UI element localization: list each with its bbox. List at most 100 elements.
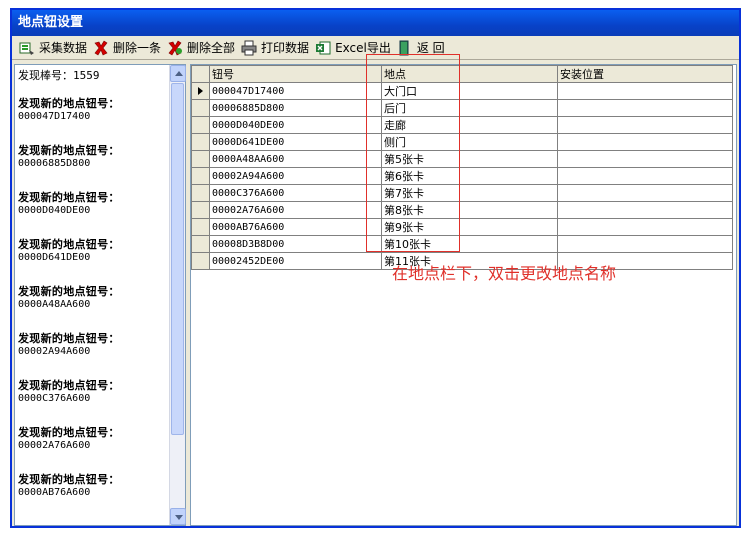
cell-install-position[interactable] [557,235,733,253]
row-indicator[interactable] [191,99,210,117]
discovery-entry: 发现新的地点钮号： 0000D040DE00 [18,189,167,236]
discovery-entry: 发现新的地点钮号： 000047D17400 [18,95,167,142]
cell-button-code[interactable]: 00002A76A600 [209,201,382,219]
cell-button-code[interactable]: 00006885D800 [209,99,382,117]
cell-button-code[interactable]: 0000A48AA600 [209,150,382,168]
discovery-entry-label: 发现新的地点钮号： [18,238,120,251]
cell-install-position[interactable] [557,99,733,117]
row-indicator[interactable] [191,252,210,270]
cell-install-position[interactable] [557,201,733,219]
row-indicator[interactable] [191,167,210,185]
log-scrollbar[interactable] [169,65,186,525]
cell-button-code[interactable]: 0000D641DE00 [209,133,382,151]
collect-icon [19,40,35,56]
discovery-entry-code: 00006885D800 [18,158,91,169]
printer-icon [241,40,257,56]
row-indicator[interactable] [191,82,210,100]
cell-location[interactable]: 侧门 [381,133,558,151]
grid-row[interactable]: 00006885D800 后门 [191,99,733,117]
scroll-down-button[interactable] [170,508,186,525]
cell-location[interactable]: 第10张卡 [381,235,558,253]
grid-row[interactable]: 00002A76A600 第8张卡 [191,201,733,219]
red-x-icon [93,40,109,56]
grid-row[interactable]: 0000D641DE00 侧门 [191,133,733,151]
delete-all-label: 删除全部 [187,41,236,55]
discovery-entry: 发现新的地点钮号： 0000AB76A600 [18,471,167,518]
discovery-entry-code: 00002A94A600 [18,346,91,357]
cell-button-code[interactable]: 00002A94A600 [209,167,382,185]
grid-row[interactable]: 0000D040DE00 走廊 [191,116,733,134]
cell-install-position[interactable] [557,218,733,236]
discovery-entry-label: 发现新的地点钮号： [18,144,120,157]
location-button-grid[interactable]: 钮号 地点 安装位置 000047D17400 大门口 00006885D800 后门… [190,64,737,526]
discovery-entry: 发现新的地点钮号： 00006885D800 [18,142,167,189]
discovery-entry-label: 发现新的地点钮号： [18,97,120,110]
discovery-entry-code: 000047D17400 [18,111,91,122]
print-button[interactable]: 打印数据 [238,38,312,58]
excel-icon [315,40,331,56]
header-location[interactable]: 地点 [381,65,558,83]
grid-row[interactable]: 0000C376A600 第7张卡 [191,184,733,202]
cell-install-position[interactable] [557,150,733,168]
discovery-entry: 发现新的地点钮号： 00002A76A600 [18,424,167,471]
scroll-up-button[interactable] [170,65,186,82]
grid-row[interactable]: 00002A94A600 第6张卡 [191,167,733,185]
delete-all-button[interactable]: 删除全部 [164,38,238,58]
cell-button-code[interactable]: 0000AB76A600 [209,218,382,236]
cell-install-position[interactable] [557,116,733,134]
cell-location[interactable]: 后门 [381,99,558,117]
row-indicator[interactable] [191,133,210,151]
cell-location[interactable]: 第9张卡 [381,218,558,236]
cell-location[interactable]: 第8张卡 [381,201,558,219]
collect-label: 采集数据 [39,41,88,55]
grid-row[interactable]: 0000AB76A600 第9张卡 [191,218,733,236]
discovery-entry-label: 发现新的地点钮号： [18,191,120,204]
row-indicator[interactable] [191,235,210,253]
scroll-thumb[interactable] [171,83,184,435]
cell-button-code[interactable]: 0000D040DE00 [209,116,382,134]
delete-one-button[interactable]: 删除一条 [90,38,164,58]
content-area: 发现棒号：1559 发现新的地点钮号： 000047D17400 发现新的地点钮号：… [12,62,739,526]
excel-export-label: Excel导出 [335,41,391,55]
cell-button-code[interactable]: 00002452DE00 [209,252,382,270]
discovery-entry: 发现新的地点钮号： 0000A48AA600 [18,283,167,330]
grid-row[interactable]: 00008D3B8D00 第10张卡 [191,235,733,253]
header-button-code[interactable]: 钮号 [209,65,382,83]
row-indicator[interactable] [191,116,210,134]
row-indicator[interactable] [191,184,210,202]
cell-location[interactable]: 走廊 [381,116,558,134]
cell-install-position[interactable] [557,133,733,151]
delete-all-icon [167,40,183,56]
discovery-entry-code: 00002A76A600 [18,440,91,451]
discovery-entry-label: 发现新的地点钮号： [18,285,120,298]
cell-location[interactable]: 大门口 [381,82,558,100]
back-button[interactable]: 返 回 [394,38,448,58]
cell-location[interactable]: 第5张卡 [381,150,558,168]
discovery-entry-label: 发现新的地点钮号： [18,473,120,486]
print-label: 打印数据 [261,41,310,55]
cell-install-position[interactable] [557,82,733,100]
cell-install-position[interactable] [557,167,733,185]
discovery-log-panel: 发现棒号：1559 发现新的地点钮号： 000047D17400 发现新的地点钮号：… [14,64,186,526]
discovery-entry-label: 发现新的地点钮号： [18,332,120,345]
row-indicator[interactable] [191,150,210,168]
cell-location[interactable]: 第7张卡 [381,184,558,202]
back-label: 返 回 [416,41,445,55]
discovery-entry-label: 发现新的地点钮号： [18,379,120,392]
row-indicator[interactable] [191,201,210,219]
delete-one-label: 删除一条 [113,41,162,55]
data-grid-table: 钮号 地点 安装位置 000047D17400 大门口 00006885D800 后门… [191,65,733,270]
excel-export-button[interactable]: Excel导出 [312,38,394,58]
cell-install-position[interactable] [557,184,733,202]
grid-row[interactable]: 000047D17400 大门口 [191,82,733,100]
cell-button-code[interactable]: 0000C376A600 [209,184,382,202]
cell-button-code[interactable]: 00008D3B8D00 [209,235,382,253]
grid-row[interactable]: 0000A48AA600 第5张卡 [191,150,733,168]
collect-button[interactable]: 采集数据 [16,38,90,58]
grid-body: 000047D17400 大门口 00006885D800 后门 0000D040DE0… [191,82,733,270]
cell-button-code[interactable]: 000047D17400 [209,82,382,100]
cell-location[interactable]: 第6张卡 [381,167,558,185]
discovery-entry: 发现新的地点钮号： 00002A94A600 [18,330,167,377]
header-install-position[interactable]: 安装位置 [557,65,733,83]
row-indicator[interactable] [191,218,210,236]
